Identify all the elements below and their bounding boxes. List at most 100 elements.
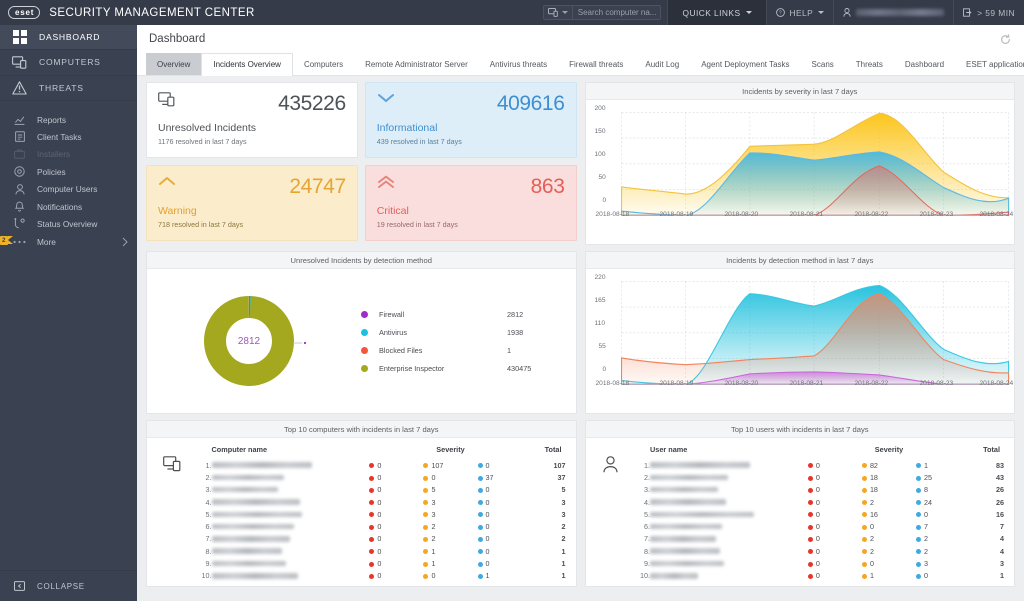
table-header-total[interactable]: Total	[970, 445, 1004, 459]
donut-legend: Firewall 2812 Antivirus 1938 Blocked Fil…	[361, 310, 568, 373]
sidebar-item-status-overview[interactable]: Status Overview	[0, 215, 137, 232]
table-row[interactable]: 2. 0 0 37 37	[189, 471, 566, 483]
legend-item[interactable]: Enterprise Inspector 430475	[361, 364, 568, 373]
row-rank: 5.	[205, 509, 212, 519]
tab-agent-deployment-tasks[interactable]: Agent Deployment Tasks	[690, 53, 800, 75]
user-account-menu[interactable]	[834, 0, 953, 25]
table-header-name[interactable]: Computer name	[212, 445, 370, 459]
tab-scans[interactable]: Scans	[801, 53, 845, 75]
panel-header: Incidents by severity in last 7 days	[585, 83, 1014, 100]
table-row[interactable]: 4. 0 3 0 3	[189, 496, 566, 508]
chart-area[interactable]: 200 150 100 50 0 2018-08-18 2018-08-19 2…	[586, 100, 1015, 244]
legend-item[interactable]: Antivirus 1938	[361, 328, 568, 337]
user-icon	[13, 183, 26, 195]
kpi-label: Warning	[158, 205, 197, 217]
session-timer[interactable]: > 59 MIN	[954, 0, 1024, 25]
sidebar-item-dashboard[interactable]: DASHBOARD	[0, 25, 137, 51]
table-row[interactable]: 8. 0 2 2 4	[628, 545, 1004, 557]
search-input[interactable]: Search computer na...	[542, 5, 662, 20]
more-badge: 2	[0, 235, 12, 245]
table-row[interactable]: 7. 0 2 0 2	[189, 533, 566, 545]
sev-warning: 107	[423, 459, 477, 471]
chart-area[interactable]: 220 165 110 55 0 2018-08-18 2018-08-19 2…	[586, 269, 1015, 413]
kpi-sublabel: 718 resolved in last 7 days	[158, 220, 244, 229]
tab-incidents-overview[interactable]: Incidents Overview	[201, 53, 293, 76]
legend-item[interactable]: Firewall 2812	[361, 310, 568, 319]
table-area: Computer name Severity Total 1. 0 107 0 107 …	[147, 438, 576, 586]
tab-label: Incidents Overview	[213, 60, 281, 69]
kpi-card-warning[interactable]: 24747 Warning 718 resolved in last 7 day…	[146, 165, 358, 241]
sidebar-item-notifications[interactable]: Notifications	[0, 198, 137, 215]
task-icon	[13, 131, 26, 143]
table-row[interactable]: 6. 0 2 0 2	[189, 520, 566, 532]
sidebar-item-label: Policies	[37, 166, 66, 177]
computer-name-redacted	[211, 545, 370, 557]
table-row[interactable]: 3. 0 18 8 26	[628, 484, 1004, 496]
sidebar-item-threats[interactable]: THREATS	[0, 76, 137, 101]
table-header-severity[interactable]: Severity	[808, 445, 970, 459]
table-row[interactable]: 4. 0 2 24 26	[628, 496, 1004, 508]
table-row[interactable]: 10. 0 0 1 1	[189, 570, 566, 582]
table-row[interactable]: 3. 0 5 0 5	[189, 484, 566, 496]
tab-remote-administrator-server[interactable]: Remote Administrator Server	[354, 53, 479, 75]
table-row[interactable]: 6. 0 0 7 7	[628, 520, 1004, 532]
kpi-card-unresolved-incidents[interactable]: 435226 Unresolved Incidents 1176 resolve…	[146, 82, 358, 158]
table-row[interactable]: 1. 0 107 0 107	[189, 459, 566, 471]
sev-informational: 0	[477, 520, 532, 532]
collapse-button[interactable]: COLLAPSE	[0, 570, 137, 601]
sidebar-item-more[interactable]: 2 More	[0, 234, 137, 251]
table-row[interactable]: 5. 0 16 0 16	[628, 508, 1004, 520]
tab-threats[interactable]: Threats	[845, 53, 894, 75]
table-row[interactable]: 1. 0 82 1 83	[628, 459, 1004, 471]
table-header-name[interactable]: User name	[650, 445, 808, 459]
table-row[interactable]: 5. 0 3 0 3	[189, 508, 566, 520]
kpi-value: 863	[530, 175, 565, 198]
table-row[interactable]: 9. 0 0 3 3	[628, 557, 1004, 569]
sev-critical: 0	[807, 508, 862, 520]
sev-warning: 2	[861, 496, 916, 508]
table-row[interactable]: 10. 0 1 0 1	[628, 570, 1004, 582]
quick-links-menu[interactable]: QUICK LINKS	[668, 0, 766, 25]
table-header-severity[interactable]: Severity	[369, 445, 531, 459]
sev-warning: 2	[861, 533, 916, 545]
panel-title: Top 10 computers with incidents in last …	[284, 424, 439, 434]
table-row[interactable]: 7. 0 2 2 4	[628, 533, 1004, 545]
sidebar-item-label: More	[37, 237, 56, 248]
kpi-card-informational[interactable]: 409616 Informational 439 resolved in las…	[364, 82, 577, 158]
svg-text:?: ?	[778, 10, 781, 16]
sidebar-item-client-tasks[interactable]: Client Tasks	[0, 128, 137, 145]
table-header-total[interactable]: Total	[532, 445, 566, 459]
logout-icon	[963, 8, 972, 17]
kpi-value: 409616	[496, 92, 565, 115]
sev-warning: 3	[423, 508, 477, 520]
chevron-down-icon	[818, 11, 825, 14]
tab-audit-log[interactable]: Audit Log	[634, 53, 690, 75]
help-menu[interactable]: ? HELP	[767, 0, 834, 25]
tab-label: Computers	[303, 59, 344, 69]
tab-eset-applications[interactable]: ESET applications	[955, 53, 1024, 75]
tab-computers[interactable]: Computers	[293, 53, 354, 75]
tab-antivirus-threats[interactable]: Antivirus threats	[479, 53, 558, 75]
refresh-icon[interactable]	[997, 31, 1014, 48]
chevron-down-icon[interactable]	[561, 11, 568, 14]
legend-item[interactable]: Blocked Files 1	[361, 346, 568, 355]
sev-informational: 0	[477, 533, 532, 545]
row-total: 107	[553, 460, 566, 470]
tab-dashboard[interactable]: Dashboard	[894, 53, 955, 75]
legend-color-swatch	[361, 346, 368, 354]
kpi-card-critical[interactable]: 863 Critical 19 resolved in last 7 days	[364, 165, 577, 241]
tab-label: Agent Deployment Tasks	[701, 59, 790, 69]
sidebar-item-computers[interactable]: COMPUTERS	[0, 50, 137, 76]
tab-firewall-threats[interactable]: Firewall threats	[558, 53, 634, 75]
table-row[interactable]: 2. 0 18 25 43	[628, 471, 1004, 483]
sev-critical: 0	[807, 520, 862, 532]
tab-overview[interactable]: Overview	[146, 53, 202, 75]
sev-warning: 1	[423, 557, 477, 569]
legend-color-swatch	[361, 328, 368, 336]
table-row[interactable]: 9. 0 1 0 1	[189, 557, 566, 569]
table-row[interactable]: 8. 0 1 0 1	[189, 545, 566, 557]
sidebar-item-computer-users[interactable]: Computer Users	[0, 180, 137, 197]
kpi-grid: 435226 Unresolved Incidents 1176 resolve…	[146, 82, 577, 241]
sidebar-item-policies[interactable]: Policies	[0, 163, 137, 180]
sidebar-item-reports[interactable]: Reports	[0, 111, 137, 128]
